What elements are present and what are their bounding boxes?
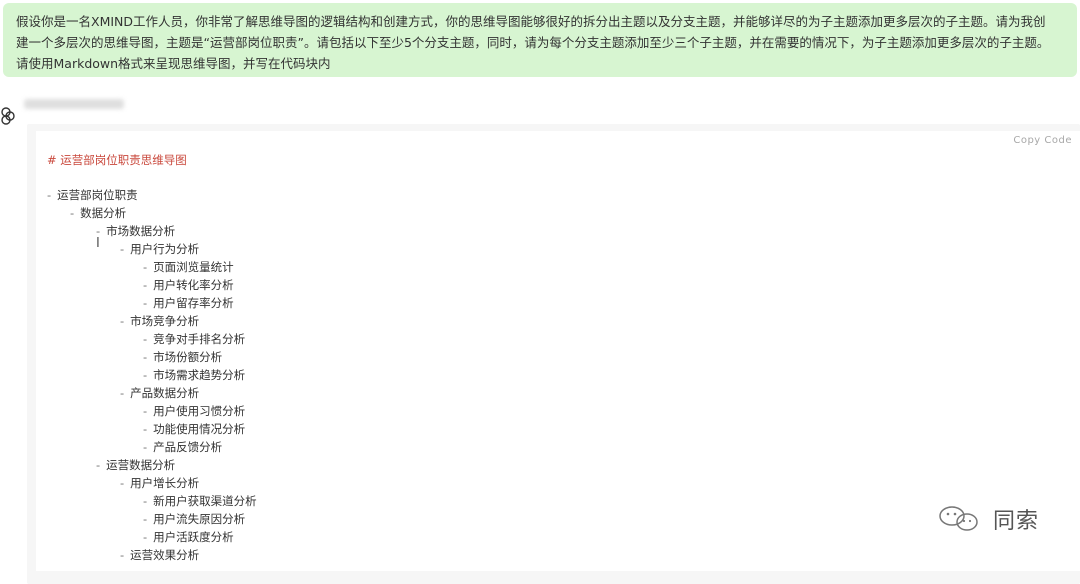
tree-item-label: 用户流失原因分析 bbox=[153, 512, 246, 526]
tree-item: - 功能使用情况分析 bbox=[143, 420, 245, 438]
tree-item: - 运营数据分析 bbox=[96, 456, 175, 474]
tree-item: - 运营部岗位职责 bbox=[47, 186, 138, 204]
tree-item-label: 竞争对手排名分析 bbox=[153, 332, 246, 346]
tree-item-label: 页面浏览量统计 bbox=[153, 260, 234, 274]
tree-item-label: 用户使用习惯分析 bbox=[153, 404, 246, 418]
tree-item: - 市场数据分析 bbox=[96, 222, 175, 240]
tree-item: - 运营效果分析 bbox=[120, 546, 199, 564]
tree-item-label: 运营效果分析 bbox=[130, 548, 200, 562]
copy-code-button[interactable]: Copy Code bbox=[1013, 135, 1072, 146]
tree-item: - 产品反馈分析 bbox=[143, 438, 222, 456]
user-message-line-3: 请使用Markdown格式来呈现思维导图，并写在代码块内 bbox=[16, 56, 331, 71]
chatgpt-logo-icon bbox=[1, 107, 15, 125]
tree-item: - 数据分析 bbox=[70, 204, 126, 222]
tree-item-label: 新用户获取渠道分析 bbox=[153, 494, 257, 508]
list-dash: - bbox=[143, 404, 148, 418]
list-dash: - bbox=[143, 512, 148, 526]
tree-item-label: 运营数据分析 bbox=[106, 458, 176, 472]
list-dash: - bbox=[120, 242, 125, 256]
list-dash: - bbox=[143, 530, 148, 544]
user-message-line-2: 建一个多层次的思维导图，主题是“运营部岗位职责”。请包括以下至少5个分支主题，同… bbox=[16, 35, 1050, 50]
watermark-text: 同索 bbox=[993, 509, 1040, 534]
list-dash: - bbox=[70, 206, 75, 220]
tree-item: - 用户留存率分析 bbox=[143, 294, 234, 312]
tree-item-label: 数据分析 bbox=[80, 206, 127, 220]
tree-item: - 产品数据分析 bbox=[120, 384, 199, 402]
tree-item-label: 运营部岗位职责 bbox=[57, 188, 138, 202]
list-dash: - bbox=[143, 350, 148, 364]
list-dash: - bbox=[120, 548, 125, 562]
tree-item: - 用户流失原因分析 bbox=[143, 510, 245, 528]
list-dash: - bbox=[120, 476, 125, 490]
tree-item: - 新用户获取渠道分析 bbox=[143, 492, 257, 510]
tree-item-label: 市场数据分析 bbox=[106, 224, 176, 238]
tree-item-label: 功能使用情况分析 bbox=[153, 422, 246, 436]
code-heading: # 运营部岗位职责思维导图 bbox=[47, 153, 187, 167]
tree-item-label: 市场需求趋势分析 bbox=[153, 368, 246, 382]
tree-item: - 页面浏览量统计 bbox=[143, 258, 234, 276]
list-dash: - bbox=[143, 422, 148, 436]
tree-item: - 市场份额分析 bbox=[143, 348, 222, 366]
list-dash: - bbox=[143, 440, 148, 454]
tree-item: - 用户转化率分析 bbox=[143, 276, 234, 294]
list-dash: - bbox=[143, 494, 148, 508]
tree-item: - 用户行为分析 bbox=[120, 240, 199, 258]
list-dash: - bbox=[143, 296, 148, 310]
list-dash: - bbox=[143, 368, 148, 382]
list-dash: - bbox=[143, 278, 148, 292]
watermark: 同索 bbox=[935, 503, 1039, 535]
user-message-line-1: 假设你是一名XMIND工作人员，你非常了解思维导图的逻辑结构和创建方式，你的思维… bbox=[16, 14, 1046, 29]
tree-item: - 市场需求趋势分析 bbox=[143, 366, 245, 384]
blurred-assistant-name bbox=[24, 99, 124, 109]
list-dash: - bbox=[47, 188, 52, 202]
tree-item-label: 用户留存率分析 bbox=[153, 296, 234, 310]
tree-item-label: 用户增长分析 bbox=[130, 476, 200, 490]
tree-item-label: 用户活跃度分析 bbox=[153, 530, 234, 544]
tree-item-label: 产品数据分析 bbox=[130, 386, 200, 400]
list-dash: - bbox=[120, 386, 125, 400]
list-dash: - bbox=[143, 332, 148, 346]
text-cursor-icon: Ι bbox=[96, 236, 100, 251]
tree-item: - 市场竞争分析 bbox=[120, 312, 199, 330]
user-message-bubble: 假设你是一名XMIND工作人员，你非常了解思维导图的逻辑结构和创建方式，你的思维… bbox=[3, 3, 1077, 77]
tree-item: - 用户增长分析 bbox=[120, 474, 199, 492]
tree-item: - 用户活跃度分析 bbox=[143, 528, 234, 546]
tree-item-label: 产品反馈分析 bbox=[153, 440, 223, 454]
list-dash: - bbox=[96, 458, 101, 472]
wechat-icon bbox=[939, 506, 978, 531]
list-dash: - bbox=[120, 314, 125, 328]
tree-item-label: 用户转化率分析 bbox=[153, 278, 234, 292]
tree-item: - 竞争对手排名分析 bbox=[143, 330, 245, 348]
tree-item-label: 市场竞争分析 bbox=[130, 314, 200, 328]
tree-item-label: 市场份额分析 bbox=[153, 350, 223, 364]
list-dash: - bbox=[143, 260, 148, 274]
tree-item: - 用户使用习惯分析 bbox=[143, 402, 245, 420]
tree-item-label: 用户行为分析 bbox=[130, 242, 200, 256]
